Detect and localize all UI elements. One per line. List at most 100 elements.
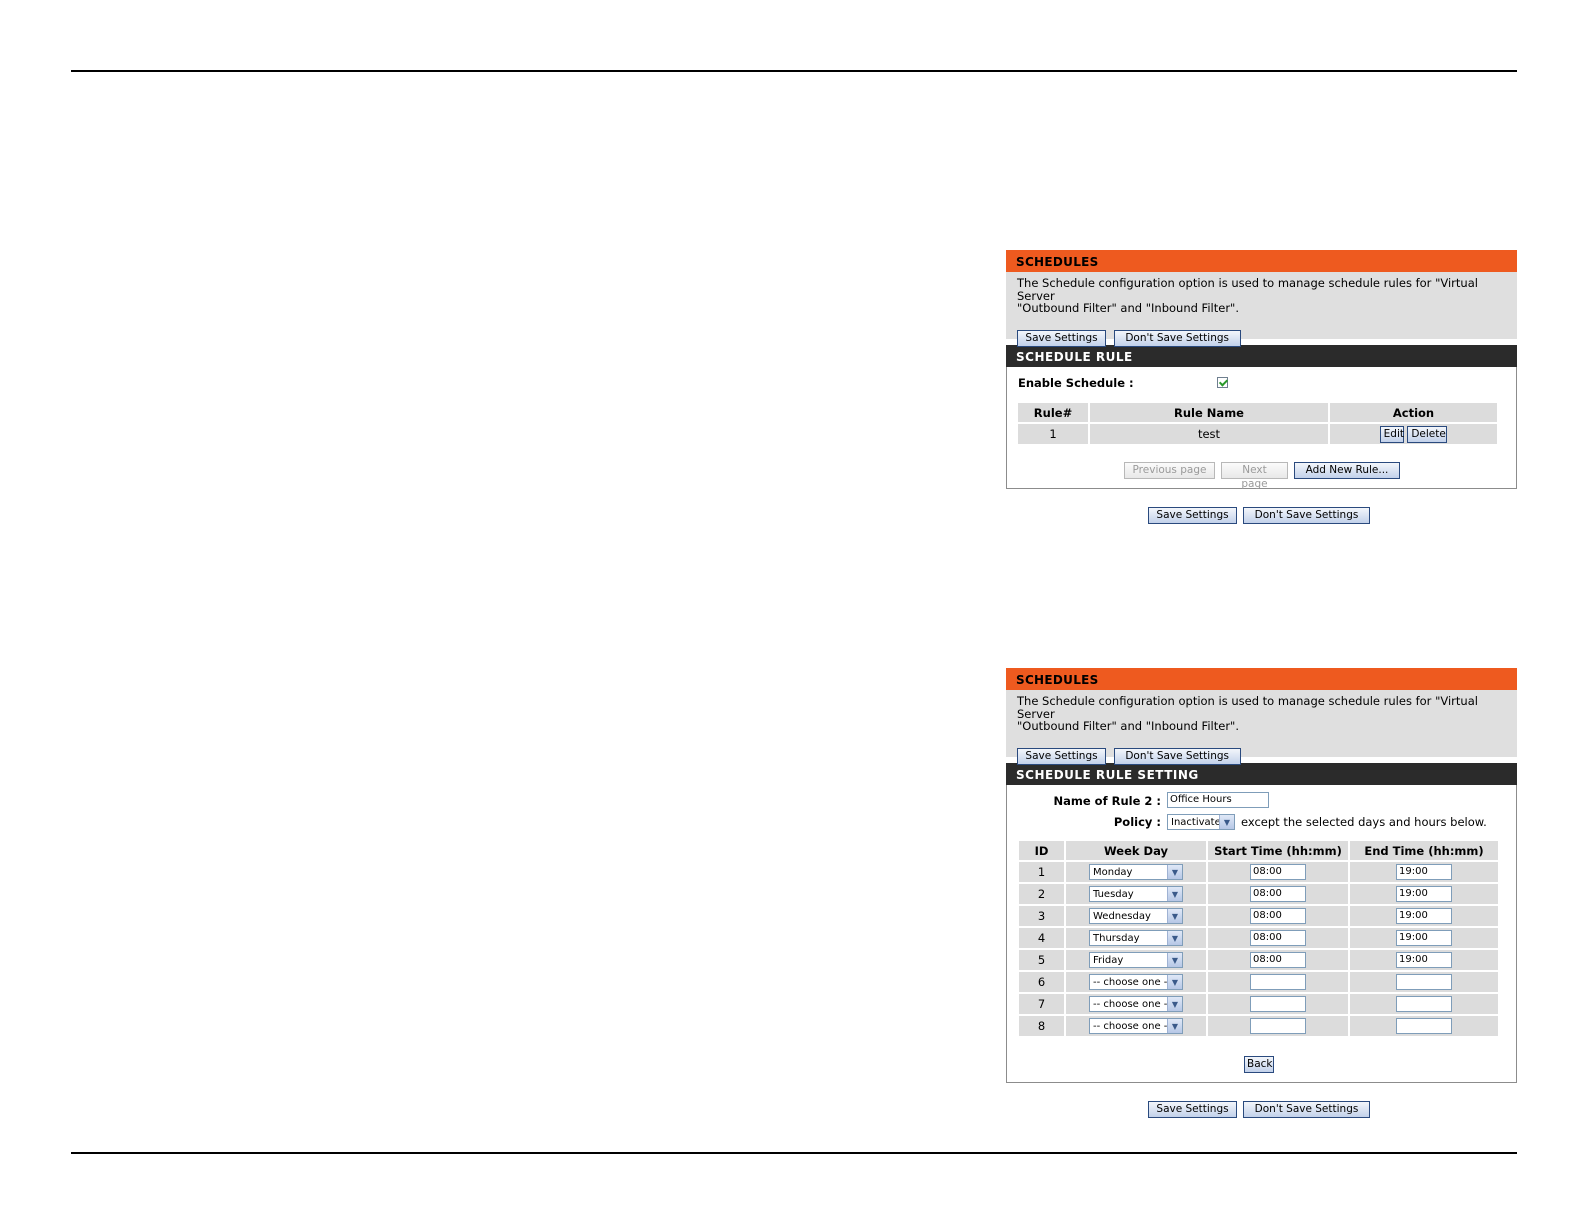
end-time-cell: 19:00 <box>1350 862 1498 882</box>
end-time-cell: 19:00 <box>1350 906 1498 926</box>
chevron-down-icon: ▼ <box>1167 887 1182 902</box>
intro-text-line-1: The Schedule configuration option is use… <box>1017 276 1478 303</box>
start-time-cell <box>1208 1016 1348 1036</box>
day-id-cell: 7 <box>1019 994 1064 1014</box>
end-time-input[interactable]: 19:00 <box>1396 908 1452 924</box>
end-time-cell <box>1350 994 1498 1014</box>
policy-label: Policy : <box>1113 815 1161 829</box>
table-row: 6 -- choose one -- ▼ <box>1019 972 1498 992</box>
week-day-select[interactable]: -- choose one -- ▼ <box>1089 974 1183 991</box>
back-button[interactable]: Back <box>1244 1056 1274 1073</box>
end-time-input[interactable]: 19:00 <box>1396 886 1452 902</box>
end-time-cell <box>1350 1016 1498 1036</box>
end-time-input[interactable]: 19:00 <box>1396 864 1452 880</box>
start-time-input[interactable] <box>1250 1018 1306 1034</box>
dont-save-settings-button-bottom-2[interactable]: Don't Save Settings <box>1243 1101 1370 1118</box>
end-time-input[interactable] <box>1396 1018 1452 1034</box>
start-time-cell: 08:00 <box>1208 862 1348 882</box>
schedules-panel-list: SCHEDULES The Schedule configuration opt… <box>1006 250 1517 490</box>
start-time-cell: 08:00 <box>1208 950 1348 970</box>
day-id-cell: 8 <box>1019 1016 1064 1036</box>
end-time-cell <box>1350 972 1498 992</box>
days-table-header-row: ID Week Day Start Time (hh:mm) End Time … <box>1019 841 1498 860</box>
end-time-cell: 19:00 <box>1350 928 1498 948</box>
chevron-down-icon: ▼ <box>1219 815 1234 829</box>
delete-rule-button[interactable]: Delete <box>1407 425 1448 443</box>
start-time-cell: 08:00 <box>1208 906 1348 926</box>
end-time-cell: 19:00 <box>1350 884 1498 904</box>
start-time-cell <box>1208 994 1348 1014</box>
table-row: 7 -- choose one -- ▼ <box>1019 994 1498 1014</box>
rule-name-label: Name of Rule 2 : <box>1053 794 1161 808</box>
chevron-down-icon: ▼ <box>1167 953 1182 968</box>
save-settings-button-bottom[interactable]: Save Settings <box>1148 507 1237 524</box>
end-time-input[interactable] <box>1396 996 1452 1012</box>
week-day-value: Monday <box>1093 866 1133 878</box>
table-row: 1 test Edit Delete <box>1018 424 1497 444</box>
rules-table: Rule# Rule Name Action 1 test Edit Delet… <box>1016 401 1499 446</box>
end-time-input[interactable]: 19:00 <box>1396 952 1452 968</box>
chevron-down-icon: ▼ <box>1167 997 1182 1012</box>
start-time-input[interactable] <box>1250 974 1306 990</box>
week-day-select[interactable]: Monday ▼ <box>1089 864 1183 881</box>
day-id-cell: 4 <box>1019 928 1064 948</box>
week-day-cell: Wednesday ▼ <box>1066 906 1206 926</box>
add-new-rule-button[interactable]: Add New Rule... <box>1294 462 1400 479</box>
start-time-cell: 08:00 <box>1208 884 1348 904</box>
col-header-week-day: Week Day <box>1066 841 1206 860</box>
week-day-cell: Thursday ▼ <box>1066 928 1206 948</box>
previous-page-button[interactable]: Previous page <box>1124 462 1215 479</box>
policy-select-value: Inactivate <box>1171 816 1219 828</box>
dont-save-settings-button-bottom[interactable]: Don't Save Settings <box>1243 507 1370 524</box>
schedule-rule-header: SCHEDULE RULE <box>1006 345 1517 367</box>
week-day-select[interactable]: Wednesday ▼ <box>1089 908 1183 925</box>
intro-text-line-2: "Outbound Filter" and "Inbound Filter". <box>1017 719 1239 733</box>
table-row: 4 Thursday ▼ 08:00 19:00 <box>1019 928 1498 948</box>
save-settings-button-bottom-2[interactable]: Save Settings <box>1148 1101 1237 1118</box>
save-settings-button[interactable]: Save Settings <box>1017 329 1106 347</box>
panel1-bottom-buttons: Save Settings Don't Save Settings <box>1148 507 1370 524</box>
week-day-select[interactable]: Friday ▼ <box>1089 952 1183 969</box>
day-id-cell: 5 <box>1019 950 1064 970</box>
policy-select[interactable]: Inactivate ▼ <box>1167 814 1235 830</box>
week-day-value: -- choose one -- <box>1093 1020 1167 1032</box>
dont-save-settings-button-2[interactable]: Don't Save Settings <box>1113 747 1241 765</box>
enable-schedule-checkbox[interactable] <box>1217 377 1228 388</box>
schedule-rule-box: Enable Schedule : Rule# Rule Name Action… <box>1006 367 1517 490</box>
week-day-select[interactable]: Tuesday ▼ <box>1089 886 1183 903</box>
rule-name-input[interactable]: Office Hours <box>1167 792 1269 808</box>
week-day-value: -- choose one -- <box>1093 976 1167 988</box>
week-day-select[interactable]: Thursday ▼ <box>1089 930 1183 947</box>
week-day-select[interactable]: -- choose one -- ▼ <box>1089 996 1183 1013</box>
top-rule-line <box>71 70 1517 72</box>
panel2-bottom-buttons: Save Settings Don't Save Settings <box>1148 1101 1370 1118</box>
week-day-select[interactable]: -- choose one -- ▼ <box>1089 1018 1183 1035</box>
start-time-input[interactable]: 08:00 <box>1250 952 1306 968</box>
col-header-start-time: Start Time (hh:mm) <box>1208 841 1348 860</box>
start-time-input[interactable]: 08:00 <box>1250 864 1306 880</box>
start-time-input[interactable]: 08:00 <box>1250 908 1306 924</box>
next-page-button[interactable]: Next page <box>1221 462 1288 490</box>
start-time-input[interactable]: 08:00 <box>1250 930 1306 946</box>
edit-rule-button[interactable]: Edit <box>1379 425 1404 443</box>
chevron-down-icon: ▼ <box>1167 909 1182 924</box>
dont-save-settings-button[interactable]: Don't Save Settings <box>1113 329 1241 347</box>
schedules-intro: The Schedule configuration option is use… <box>1006 272 1517 347</box>
rule-name-cell: test <box>1090 424 1328 444</box>
week-day-value: Wednesday <box>1093 910 1151 922</box>
week-day-value: Tuesday <box>1093 888 1134 900</box>
start-time-input[interactable]: 08:00 <box>1250 886 1306 902</box>
save-settings-button-2[interactable]: Save Settings <box>1017 747 1106 765</box>
week-day-value: Thursday <box>1093 932 1140 944</box>
day-id-cell: 3 <box>1019 906 1064 926</box>
week-day-cell: -- choose one -- ▼ <box>1066 1016 1206 1036</box>
end-time-input[interactable]: 19:00 <box>1396 930 1452 946</box>
start-time-input[interactable] <box>1250 996 1306 1012</box>
pagination-controls: Previous page Next page Add New Rule... <box>1124 462 1400 490</box>
schedule-rule-setting-header: SCHEDULE RULE SETTING <box>1006 763 1517 785</box>
chevron-down-icon: ▼ <box>1167 931 1182 946</box>
week-day-cell: Tuesday ▼ <box>1066 884 1206 904</box>
schedules-header-2: SCHEDULES <box>1006 668 1517 690</box>
policy-description: except the selected days and hours below… <box>1241 815 1487 829</box>
end-time-input[interactable] <box>1396 974 1452 990</box>
